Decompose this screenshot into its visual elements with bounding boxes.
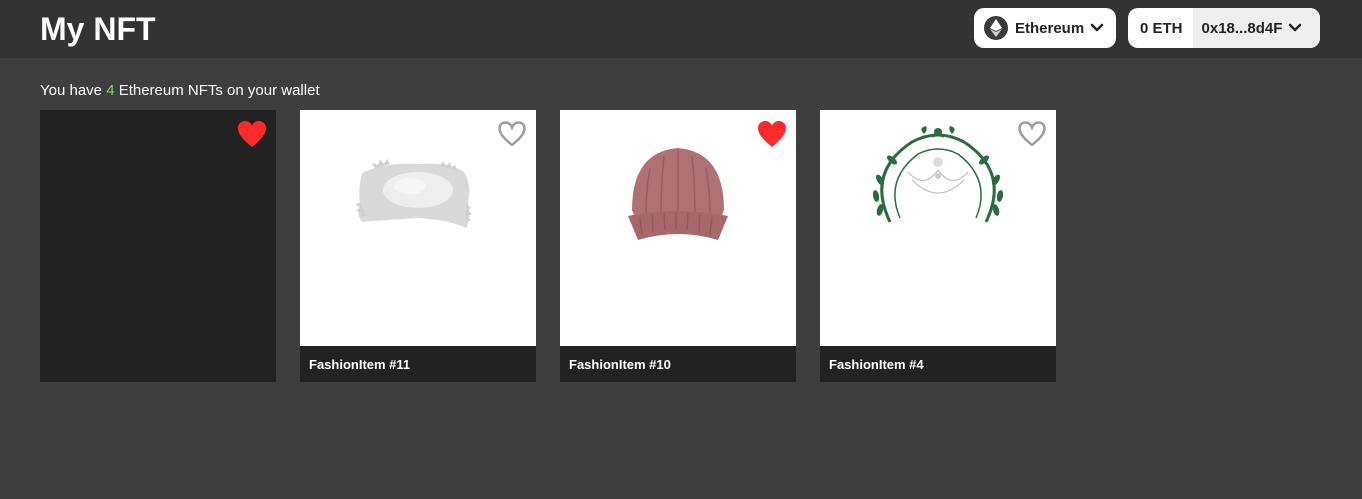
network-label: Ethereum [1015, 19, 1085, 37]
heart-outline-icon[interactable] [1017, 120, 1047, 148]
nft-card[interactable]: FashionItem #11 [300, 110, 536, 382]
summary-prefix: You have [40, 82, 107, 99]
nft-count-summary: You have 4 Ethereum NFTs on your wallet [40, 81, 320, 101]
heart-filled-icon[interactable] [237, 120, 267, 148]
heart-outline-icon[interactable] [497, 120, 527, 148]
nft-count: 4 [106, 82, 115, 99]
nft-name: FashionItem #11 [309, 357, 411, 372]
nft-card[interactable]: FashionItem #4 [820, 110, 1056, 382]
nft-card[interactable] [40, 110, 276, 382]
chevron-down-icon [1090, 23, 1104, 32]
chevron-down-icon [1289, 23, 1302, 32]
network-selector[interactable]: Ethereum [974, 8, 1116, 48]
ethereum-logo-icon [984, 16, 1008, 40]
heart-filled-icon[interactable] [757, 120, 787, 148]
wallet-address: 0x18...8d4F [1201, 19, 1283, 37]
top-bar: My NFT Ethereum 0 ETH 0x18...8d4F [0, 0, 1362, 58]
wallet-widget: 0 ETH 0x18...8d4F [1128, 8, 1320, 48]
nft-card[interactable]: FashionItem #10 [560, 110, 796, 382]
wallet-address-button[interactable]: 0x18...8d4F [1192, 8, 1320, 48]
eth-balance: 0 ETH [1140, 19, 1183, 37]
nft-name: FashionItem #4 [829, 357, 924, 372]
summary-suffix: Ethereum NFTs on your wallet [114, 82, 320, 99]
page-title: My NFT [40, 11, 156, 47]
nft-name: FashionItem #10 [569, 357, 671, 372]
